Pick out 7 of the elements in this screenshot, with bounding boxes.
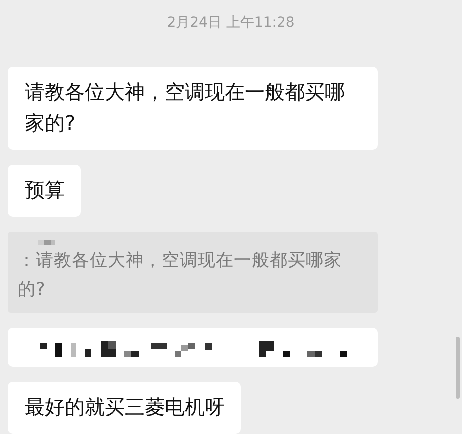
message-bubble: 最好的就买三菱电机呀: [8, 382, 241, 434]
redacted-name-mosaic: [38, 238, 55, 247]
quoted-text: ：请教各位大神，空调现在一般都买哪家的?: [18, 250, 343, 302]
timestamp: 2月24日 上午11:28: [167, 14, 295, 32]
scrollbar[interactable]: [456, 337, 460, 399]
message-bubble: 预算: [8, 165, 81, 217]
message-bubble: 请教各位大神，空调现在一般都买哪家的?: [8, 67, 378, 150]
